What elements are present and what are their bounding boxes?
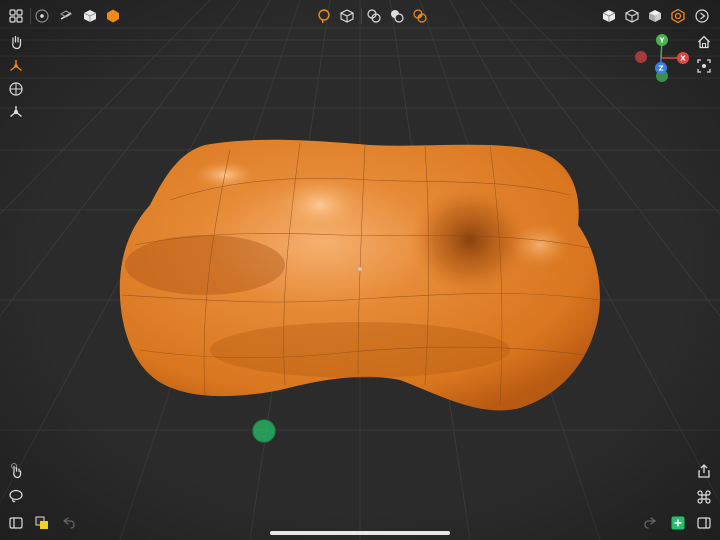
sidebar-icon[interactable] [6,513,26,533]
orange-sculpt-mesh[interactable] [119,139,601,411]
snap-icon[interactable] [32,6,52,26]
frame-selection-icon[interactable] [694,56,714,76]
slice-icon[interactable] [56,6,76,26]
lasso-icon[interactable] [6,486,26,506]
touch-indicator [252,419,276,443]
boolean-intersect-icon[interactable] [410,6,430,26]
transform-gizmo-icon[interactable] [6,56,26,76]
wire-cube-icon[interactable] [337,6,357,26]
solid-cube-icon[interactable] [80,6,100,26]
pivot-icon[interactable] [6,102,26,122]
share-icon[interactable] [694,461,714,481]
lasso-select-icon[interactable] [314,6,334,26]
boolean-union-icon[interactable] [364,6,384,26]
boolean-subtract-icon[interactable] [387,6,407,26]
snap-target-icon[interactable] [6,79,26,99]
color-layers-icon[interactable] [32,513,52,533]
settings-icon[interactable] [692,6,712,26]
hand-touch-icon[interactable] [6,461,26,481]
undo-icon[interactable] [58,513,78,533]
command-icon[interactable] [694,487,714,507]
home-view-icon[interactable] [694,32,714,52]
render-mode-icon[interactable] [668,6,688,26]
view-cube-front-icon[interactable] [599,6,619,26]
hand-pan-icon[interactable] [6,32,26,52]
inspector-icon[interactable] [694,513,714,533]
redo-icon[interactable] [641,513,661,533]
view-cube-shaded-icon[interactable] [645,6,665,26]
add-object-icon[interactable] [668,513,688,533]
hexagon-icon[interactable] [103,6,123,26]
gizmo-x-label: X [680,55,686,63]
apps-grid-icon[interactable] [6,6,26,26]
gizmo-z-label: Z [658,65,663,73]
home-indicator[interactable] [270,531,450,535]
view-cube-iso-icon[interactable] [622,6,642,26]
viewport-3d[interactable]: Y X Z [0,0,720,540]
gizmo-y-label: Y [658,37,665,45]
